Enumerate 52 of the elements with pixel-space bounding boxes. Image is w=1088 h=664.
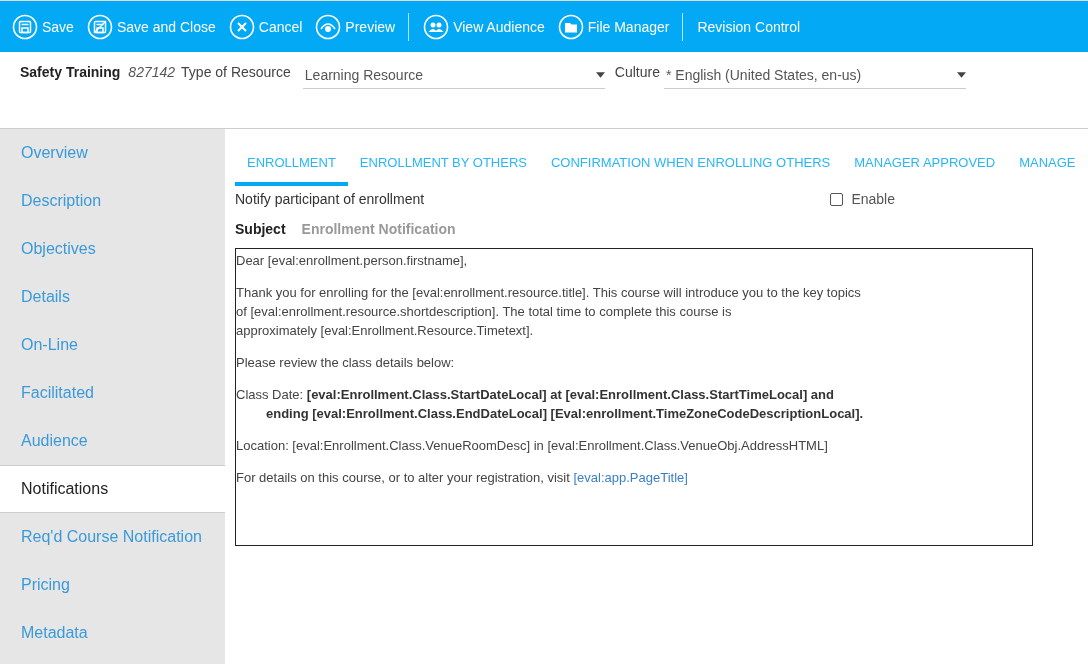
culture-label: Culture (614, 63, 660, 80)
resource-title: Safety Training (20, 63, 121, 80)
caret-icon (956, 71, 966, 78)
people-icon (423, 13, 450, 40)
subject-label: Subject (235, 221, 286, 237)
toolbar-button[interactable]: Revision Control (695, 6, 812, 47)
notify-label: Notify participant of enrollment (235, 191, 425, 207)
toolbar-button[interactable]: Save and Close (84, 6, 227, 47)
message-text: Thank you for enrolling for the [eval:enrollment.resource.title]. This course will introduce you to the key topics (236, 285, 861, 300)
sidebar-item[interactable]: Objectives (0, 225, 225, 273)
sidebar-item[interactable]: Pricing (0, 561, 225, 609)
resource-id: 827142 (128, 63, 176, 80)
enable-checkbox[interactable]: Enable (830, 191, 895, 207)
toolbar-button[interactable]: Cancel (226, 6, 314, 47)
message-text: Please review the class details below: (236, 355, 455, 370)
message-text: of [eval:enrollment.resource.shortdescription]. The total time to complete this course is (236, 304, 732, 319)
floppy-disk-icon (86, 13, 113, 40)
page-title-link[interactable]: [eval:app.PageTitle] (573, 470, 688, 485)
toolbar-button[interactable]: Save (10, 6, 85, 47)
tab[interactable]: ENROLLMENT BY OTHERS (347, 151, 539, 186)
culture-dropdown[interactable]: * English (United States, en-us) (663, 61, 966, 89)
message-text: For details on this course, or to alter your registration, visit (236, 470, 570, 485)
message-text: Dear [eval:enrollment.person.firstname], (236, 253, 468, 268)
sidebar-item[interactable]: Notifications (0, 465, 225, 513)
close-icon (228, 13, 255, 40)
message-text: approximately [eval:Enrollment.Resource.Timetext]. (236, 323, 534, 338)
sidebar-item[interactable]: Details (0, 273, 225, 321)
tab[interactable]: MANAGER APPROVED (842, 151, 1008, 186)
toolbar-button[interactable]: File Manager (555, 6, 681, 47)
message-text: Location: [eval:Enrollment.Class.VenueRoomDesc] in [eval:Enrollment.Class.VenueObj.AddressHTML] (236, 438, 828, 453)
type-label: Type of Resource (181, 63, 291, 80)
sidebar-item[interactable]: Req'd Course Notification (0, 513, 225, 561)
toolbar-button[interactable]: Preview (313, 6, 407, 47)
tab[interactable]: ENROLLMENT (235, 151, 348, 186)
sidebar-item[interactable]: Metadata (0, 609, 225, 657)
floppy-disk-icon (12, 13, 38, 40)
sidebar-item[interactable]: On-Line (0, 321, 225, 369)
message-editor[interactable] (235, 248, 1033, 546)
folder-icon (557, 13, 584, 40)
message-text: ending [eval:Enrollment.Class.EndDateLocal] [Eval:enrollment.TimeZoneCodeDescriptionLocal]. (265, 405, 864, 423)
toolbar-button[interactable]: View Audience (421, 6, 556, 47)
sidebar-item[interactable]: Facilitated (0, 369, 225, 417)
tab[interactable]: MANAGE (1007, 151, 1088, 186)
tab[interactable]: CONFIRMATION WHEN ENROLLING OTHERS (539, 151, 843, 186)
message-text: Class Date: [eval:Enrollment.Class.StartDateLocal] at [eval:Enrollment.Class.StartTimeLocal] and (236, 387, 834, 402)
sidebar-item[interactable]: Description (0, 177, 225, 225)
sidebar-item[interactable]: Overview (0, 129, 225, 177)
type-dropdown[interactable]: Learning Resource (302, 61, 605, 89)
caret-icon (595, 71, 605, 78)
sidebar-item[interactable]: Audience (0, 417, 225, 465)
eye-icon (315, 13, 342, 40)
subject-value: Enrollment Notification (301, 221, 456, 237)
